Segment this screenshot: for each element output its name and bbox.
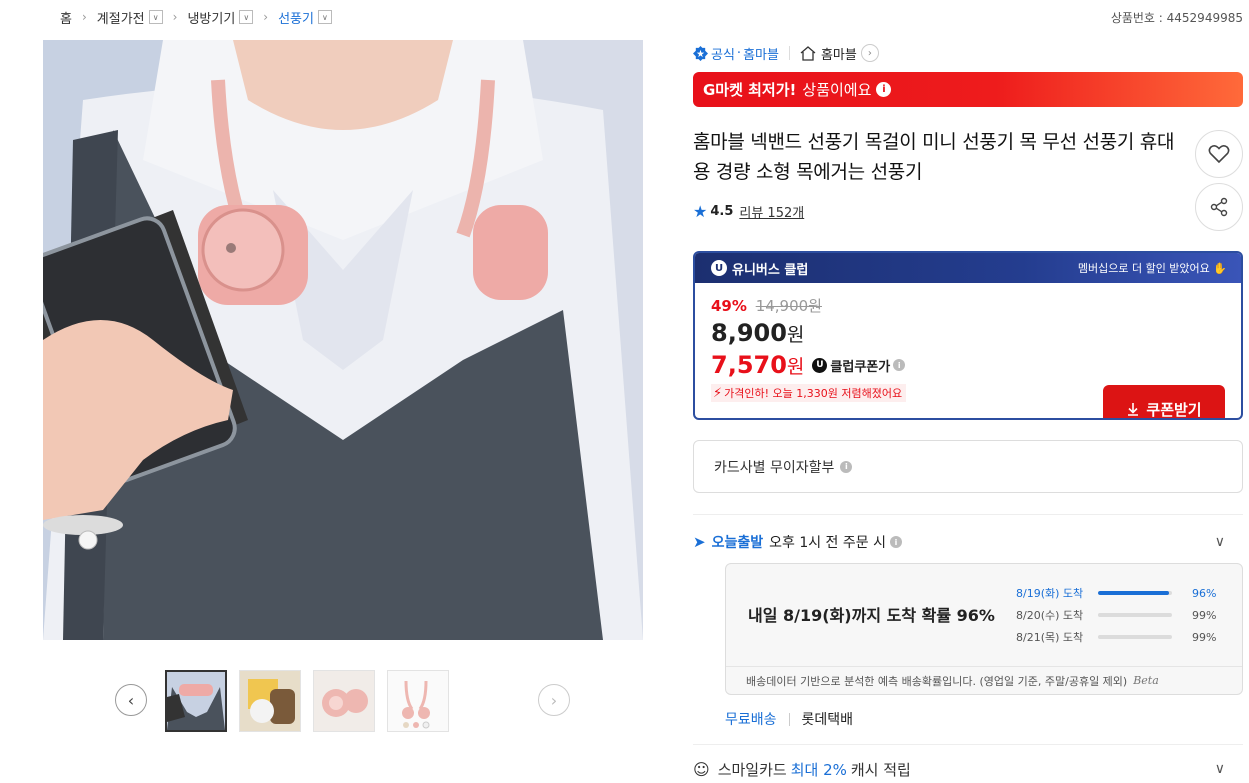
lightning-icon: ⚡ — [713, 385, 723, 401]
product-info-panel: 공식 · 홈마블 홈마블 › G마켓 최저가! 상품이에요 i 홈마블 넥밴드 … — [693, 40, 1243, 779]
thumbnail-1[interactable] — [165, 670, 227, 732]
shop-row: 공식 · 홈마블 홈마블 › — [693, 40, 1243, 66]
delivery-probability-box: 내일 8/19(화)까지 도착 확률 96% 8/19(화) 도착 96% 8/… — [725, 563, 1243, 695]
discount-row: 49% 14,900원 — [711, 295, 1241, 315]
chevron-down-icon[interactable]: ∨ — [1215, 761, 1225, 777]
smile-card-row[interactable]: ☺ 스마일카드 최대 2% 캐시 적립 ∨ — [693, 756, 1243, 782]
chevron-right-icon[interactable]: › — [538, 684, 570, 716]
carrier-name: 롯데택배 — [801, 712, 854, 728]
info-icon[interactable]: i — [840, 460, 853, 473]
free-shipping-label: 무료배송 — [725, 712, 777, 728]
shop-name: 홈마블 — [820, 47, 857, 63]
price-area: 49% 14,900원 8,900원 7,570원 U 클럽쿠폰가 i ⚡ 가격… — [695, 283, 1241, 418]
official-badge-icon — [693, 45, 708, 61]
probability-row: 8/20(수) 도착 99% — [1016, 608, 1217, 623]
divider — [788, 46, 790, 60]
smile-icon: ☺ — [693, 759, 710, 779]
club-price-box: U 유니버스 클럽 멤버십으로 더 할인 받았어요 ✋ 49% 14,900원 … — [693, 251, 1243, 420]
info-icon[interactable]: i — [893, 359, 906, 371]
download-icon — [1128, 403, 1139, 416]
wishlist-button[interactable] — [1195, 130, 1243, 178]
info-icon[interactable]: i — [889, 536, 902, 548]
banner-bold: G마켓 최저가! — [703, 81, 797, 99]
shop-link[interactable]: 홈마블 › — [800, 44, 879, 63]
breadcrumb-home[interactable]: 홈 — [60, 8, 72, 27]
beta-label: Beta — [1133, 674, 1159, 687]
dot-separator: · — [736, 45, 742, 61]
original-price: 14,900원 — [755, 297, 822, 315]
rating-score: 4.5 — [710, 203, 734, 219]
probability-list: 8/19(화) 도착 96% 8/20(수) 도착 99% 8/21(목) 도착… — [1016, 582, 1226, 648]
chevron-left-icon[interactable]: ‹ — [115, 684, 147, 716]
chevron-down-icon[interactable]: ∨ — [1215, 534, 1225, 550]
breadcrumb-category-2[interactable]: 냉방기기 — [187, 8, 235, 27]
divider — [788, 712, 790, 726]
thumbnail-4[interactable] — [387, 670, 449, 732]
star-icon: ★ — [693, 201, 708, 221]
clap-icon: ✋ — [1213, 262, 1227, 275]
product-number: 상품번호 : 4452949985 — [1110, 11, 1243, 25]
product-photo — [43, 40, 643, 640]
share-icon — [1210, 197, 1228, 217]
truck-icon: ➤ — [693, 533, 706, 551]
official-shop-name: 홈마블 — [743, 47, 779, 63]
sale-price: 8,900원 — [711, 319, 805, 347]
club-coupon-label: U 클럽쿠폰가 i — [812, 356, 906, 375]
banner-text: 상품이에요 — [802, 81, 872, 99]
chevron-right-icon: › — [81, 10, 87, 24]
chevron-down-icon[interactable]: ∨ — [148, 10, 163, 24]
today-shipping-label: 오늘출발 — [711, 535, 764, 551]
share-button[interactable] — [1195, 183, 1243, 231]
get-coupon-button[interactable]: 쿠폰받기 — [1103, 385, 1225, 418]
thumbnail-3[interactable] — [313, 670, 375, 732]
price-drop-note: ⚡ 가격인하! 오늘 1,330원 저렴해졌어요 — [711, 384, 907, 402]
thumbnail-2[interactable] — [239, 670, 301, 732]
delivery-note: 배송데이터 기반으로 분석한 예측 배송확률입니다. (영업일 기준, 주말/공… — [726, 666, 1242, 694]
official-label: 공식 — [711, 47, 735, 63]
club-promo: 멤버십으로 더 할인 받았어요 ✋ — [1077, 262, 1227, 275]
universe-club-icon: U — [812, 357, 828, 373]
rating-row: ★ 4.5 리뷰 152개 — [693, 201, 1243, 221]
discount-percent: 49% — [711, 297, 747, 315]
review-count-link[interactable]: 리뷰 152개 — [739, 202, 804, 221]
shipping-info-row: 무료배송 롯데택배 — [725, 707, 853, 731]
breadcrumb-category-3[interactable]: 선풍기 — [278, 8, 314, 27]
chevron-down-icon[interactable]: ∨ — [239, 10, 254, 24]
divider — [693, 514, 1243, 515]
thumbnail-strip: ‹ › — [115, 669, 575, 733]
probability-row: 8/19(화) 도착 96% — [1016, 586, 1217, 601]
today-shipping-row[interactable]: ➤ 오늘출발 오후 1시 전 주문 시 i ∨ — [693, 529, 1243, 555]
chevron-right-icon: › — [263, 10, 269, 24]
chevron-right-icon: › — [172, 10, 178, 24]
chevron-down-icon[interactable]: ∨ — [317, 10, 332, 24]
coupon-price: 7,570원 — [711, 351, 805, 379]
coupon-price-row: 7,570원 U 클럽쿠폰가 i — [711, 349, 1241, 381]
divider — [693, 744, 1243, 745]
product-main-image[interactable] — [43, 40, 643, 640]
today-shipping-condition: 오후 1시 전 주문 시 — [769, 535, 886, 551]
club-header: U 유니버스 클럽 멤버십으로 더 할인 받았어요 ✋ — [695, 253, 1241, 283]
delivery-headline: 내일 8/19(화)까지 도착 확률 96% — [748, 606, 995, 625]
home-icon — [800, 45, 816, 61]
chevron-right-icon: › — [860, 44, 879, 62]
breadcrumb: 홈 › 계절가전 ∨ › 냉방기기 ∨ › 선풍기 ∨ — [60, 6, 332, 28]
product-title: 홈마블 넥밴드 선풍기 목걸이 미니 선풍기 목 무선 선풍기 휴대용 경량 소… — [693, 131, 1175, 183]
heart-icon — [1208, 145, 1230, 164]
breadcrumb-category-1[interactable]: 계절가전 — [97, 8, 145, 27]
lowest-price-banner: G마켓 최저가! 상품이에요 i — [693, 72, 1243, 107]
probability-row: 8/21(목) 도착 99% — [1016, 630, 1217, 645]
official-store-link[interactable]: 공식 · 홈마블 — [693, 44, 779, 63]
info-icon[interactable]: i — [876, 82, 892, 97]
interest-free-installment[interactable]: 카드사별 무이자할부 i — [693, 440, 1243, 493]
club-name: 유니버스 클럽 — [732, 262, 809, 278]
universe-club-icon: U — [711, 260, 727, 276]
